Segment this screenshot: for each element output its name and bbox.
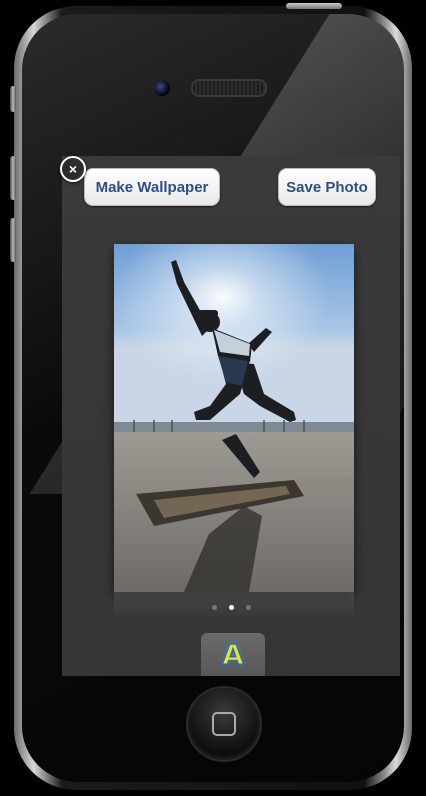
volume-down-button xyxy=(10,218,16,262)
close-glyph: × xyxy=(68,161,78,177)
phone-frame: × Make Wallpaper Save Photo A xyxy=(10,3,412,790)
page-dot-1[interactable] xyxy=(211,605,217,610)
tab-app-icon[interactable]: A xyxy=(201,633,265,676)
mute-switch xyxy=(10,86,16,112)
make-wallpaper-button[interactable]: Make Wallpaper xyxy=(84,168,220,206)
save-photo-button[interactable]: Save Photo xyxy=(278,168,376,206)
app-screen: × Make Wallpaper Save Photo A xyxy=(60,156,400,676)
power-button xyxy=(286,3,342,9)
home-square-icon xyxy=(212,712,236,736)
page-indicator[interactable] xyxy=(62,605,400,610)
skateboarder-photo-illustration xyxy=(114,244,354,592)
page-dot-3[interactable] xyxy=(245,605,251,610)
save-photo-label: Save Photo xyxy=(286,178,368,196)
earpiece-speaker xyxy=(191,79,267,97)
letter-a-icon: A xyxy=(221,637,244,672)
bottom-tab-bar: A xyxy=(62,628,400,676)
wallpaper-photo[interactable] xyxy=(114,244,354,592)
phone-face: × Make Wallpaper Save Photo A xyxy=(22,14,404,782)
home-button-icon[interactable] xyxy=(186,686,262,762)
page-dot-2-active[interactable] xyxy=(228,605,234,610)
front-camera xyxy=(152,78,172,98)
make-wallpaper-label: Make Wallpaper xyxy=(95,178,209,196)
close-icon[interactable]: × xyxy=(60,156,86,182)
volume-up-button xyxy=(10,156,16,200)
